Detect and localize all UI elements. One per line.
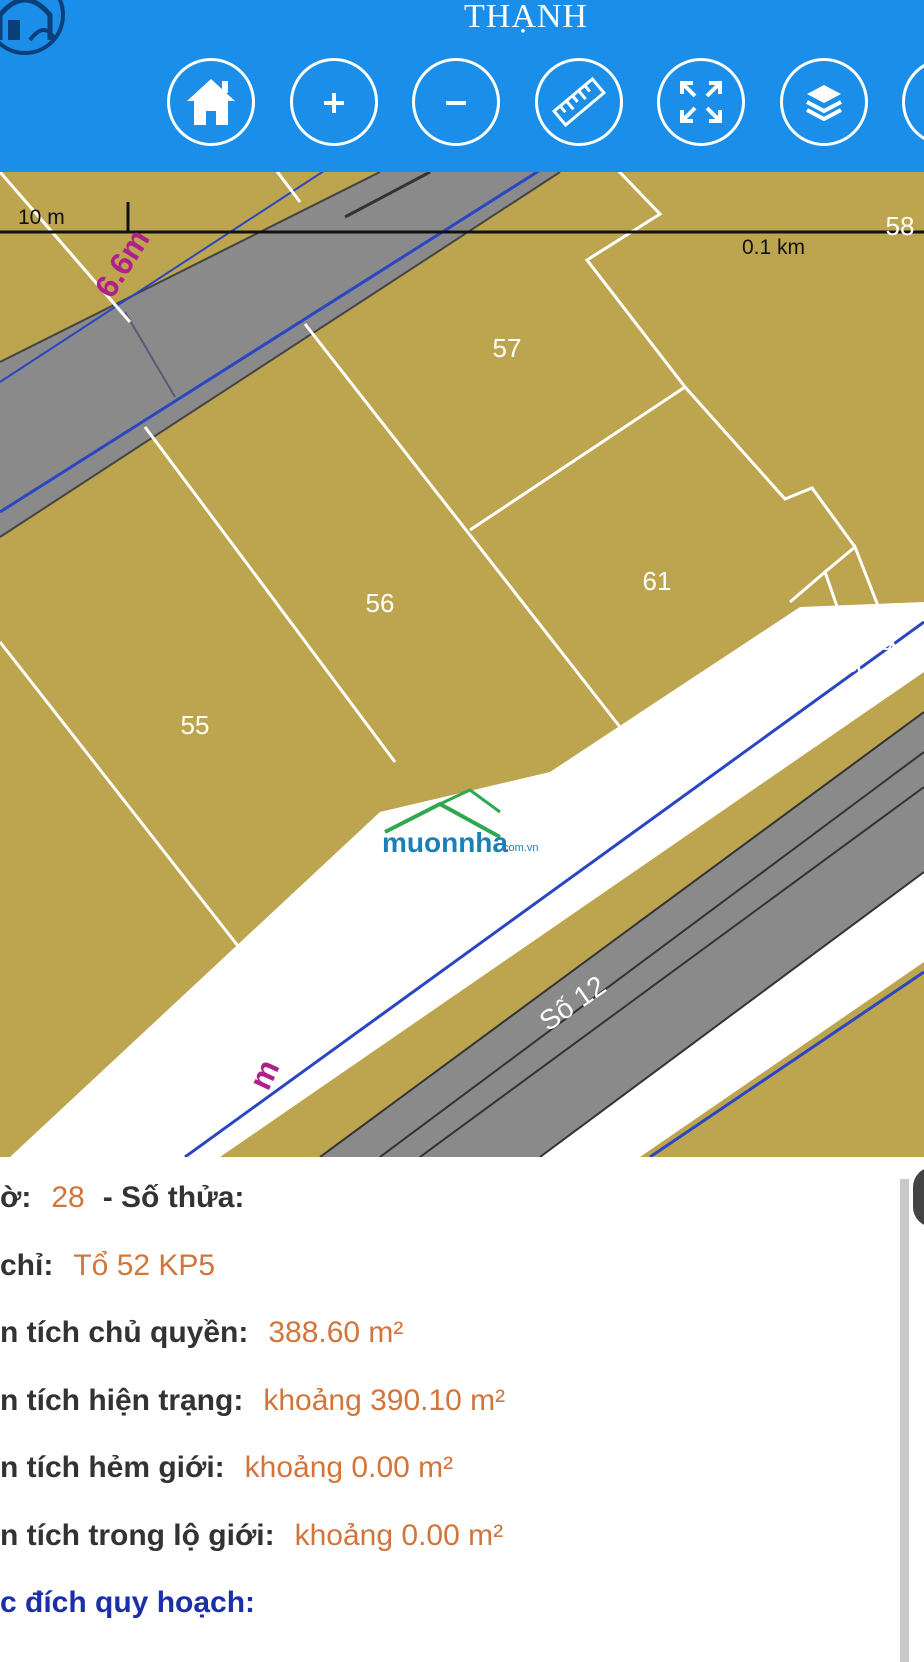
alley-area-row: n tích hẻm giới: khoảng 0.00 m² [0, 1451, 453, 1501]
sheet-label: ờ: [0, 1181, 32, 1214]
alley-area-value: khoảng 0.00 m² [244, 1451, 454, 1484]
layers-button[interactable] [780, 58, 868, 146]
parcel-number-label: - Số thửa: [102, 1181, 245, 1214]
current-area-value: khoảng 390.10 m² [263, 1384, 506, 1417]
parcel-label-55[interactable]: 55 [181, 710, 210, 740]
page-title: THẠNH [464, 0, 588, 35]
watermark-brand: muonnha [382, 827, 508, 858]
owner-area-value: 388.60 m² [268, 1316, 404, 1349]
alley-area-label: n tích hẻm giới: [0, 1451, 225, 1484]
plus-icon [324, 93, 344, 113]
home-button[interactable] [167, 58, 255, 146]
address-row: chỉ: Tổ 52 KP5 [0, 1249, 215, 1299]
sheet-value: 28 [51, 1181, 85, 1214]
planning-purpose-label: c đích quy hoạch: [0, 1586, 256, 1619]
parcel-label-57[interactable]: 57 [493, 333, 522, 363]
parcel-label-59[interactable]: 59 [867, 629, 894, 656]
locate-button[interactable] [902, 58, 924, 146]
planning-purpose-row: c đích quy hoạch: [0, 1586, 255, 1636]
scale-label-right: 0.1 km [742, 236, 805, 259]
map-view[interactable]: 10 m 0.1 km 6.6m m Số 12 55 56 57 58 59 … [0, 172, 924, 1157]
parcel-info-panel: ờ: 28 - Số thửa: chỉ: Tổ 52 KP5 n tích chủ … [0, 1157, 924, 1662]
road-area-label: n tích trong lộ giới: [0, 1519, 275, 1552]
parcel-label-61[interactable]: 61 [643, 566, 672, 596]
current-area-label: n tích hiện trạng: [0, 1384, 244, 1417]
current-area-row: n tích hiện trạng: khoảng 390.10 m² [0, 1384, 505, 1434]
ruler-icon [551, 76, 607, 128]
gps-icon [905, 61, 924, 143]
layers-icon [806, 85, 842, 122]
parcel-label-60[interactable]: 60 [832, 651, 859, 678]
zoom-out-button[interactable] [412, 58, 500, 146]
panel-scrollbar[interactable] [900, 1179, 909, 1662]
measure-button[interactable] [535, 58, 623, 146]
owner-area-label: n tích chủ quyền: [0, 1316, 249, 1349]
watermark-domain: .com.vn [500, 842, 539, 854]
app-header: THẠNH [0, 0, 924, 172]
address-label: chỉ: [0, 1249, 54, 1282]
sheet-row: ờ: 28 - Số thửa: [0, 1181, 244, 1231]
road-area-row: n tích trong lộ giới: khoảng 0.00 m² [0, 1519, 503, 1569]
owner-area-row: n tích chủ quyền: 388.60 m² [0, 1316, 403, 1366]
parcel-label-56[interactable]: 56 [366, 588, 395, 618]
panel-side-button[interactable] [913, 1167, 924, 1227]
zoom-in-button[interactable] [290, 58, 378, 146]
minus-icon [446, 101, 466, 105]
address-value: Tổ 52 KP5 [73, 1249, 216, 1282]
expand-icon [680, 81, 722, 123]
road-area-value: khoảng 0.00 m² [294, 1519, 504, 1552]
scale-label-left: 10 m [18, 206, 65, 229]
fullscreen-button[interactable] [657, 58, 745, 146]
parcel-label-58[interactable]: 58 [886, 211, 915, 241]
home-icon [187, 79, 235, 125]
cadastral-map[interactable]: 10 m 0.1 km 6.6m m Số 12 55 56 57 58 59 … [0, 172, 924, 1157]
